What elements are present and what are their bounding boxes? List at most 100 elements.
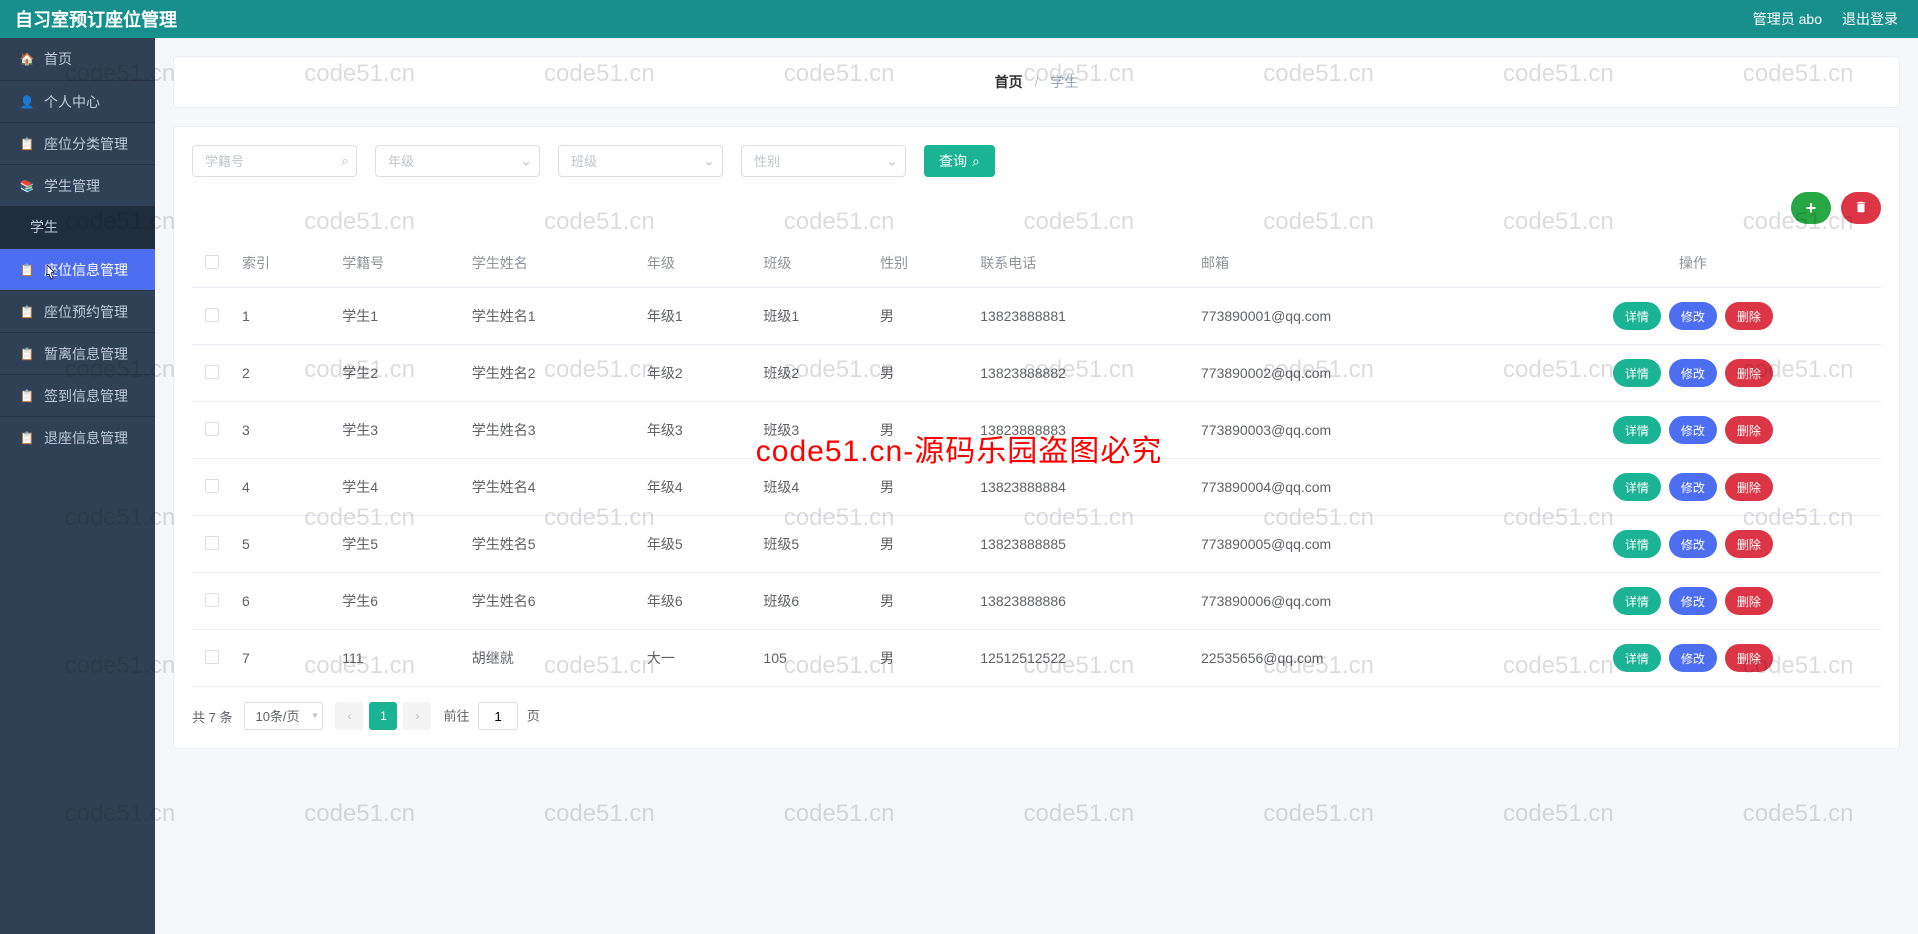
- detail-button[interactable]: 详情: [1613, 644, 1661, 672]
- sidebar-item-4[interactable]: 学生: [0, 206, 155, 248]
- row-checkbox[interactable]: [205, 422, 219, 436]
- sidebar-item-3[interactable]: 📚学生管理: [0, 164, 155, 206]
- app-title: 自习室预订座位管理: [15, 6, 177, 32]
- sidebar-item-0[interactable]: 🏠首页: [0, 38, 155, 80]
- edit-button[interactable]: 修改: [1669, 416, 1717, 444]
- add-button[interactable]: +: [1791, 192, 1831, 224]
- cell-cls: 班级6: [753, 573, 870, 630]
- search-input[interactable]: [741, 145, 906, 177]
- page-jump: 前往 页: [443, 702, 539, 730]
- page-jump-input[interactable]: [478, 702, 518, 730]
- edit-button[interactable]: 修改: [1669, 587, 1717, 615]
- menu-icon: 📋: [20, 389, 34, 403]
- cell-grade: 大一: [637, 630, 754, 687]
- delete-button[interactable]: 删除: [1725, 359, 1773, 387]
- main-content: 首页 / 学生 ⌕⌄⌄⌄查询 ⌕ + 索引学籍号学生姓名年级班级性别联系电话邮箱…: [155, 38, 1918, 934]
- cell-name: 胡继就: [462, 630, 637, 687]
- delete-button[interactable]: 删除: [1725, 416, 1773, 444]
- table-row: 2学生2学生姓名2年级2班级2男13823888882773890002@qq.…: [192, 345, 1881, 402]
- sidebar-item-8[interactable]: 📋签到信息管理: [0, 374, 155, 416]
- search-suffix-icon[interactable]: ⌄: [703, 153, 715, 170]
- page-number-button[interactable]: 1: [369, 702, 397, 730]
- cell-phone: 13823888881: [970, 288, 1191, 345]
- search-input[interactable]: [375, 145, 540, 177]
- sidebar-item-5[interactable]: 📋座位信息管理: [0, 248, 155, 290]
- cell-phone: 12512512522: [970, 630, 1191, 687]
- row-checkbox[interactable]: [205, 650, 219, 664]
- search-suffix-icon[interactable]: ⌕: [341, 153, 349, 170]
- row-checkbox[interactable]: [205, 308, 219, 322]
- row-checkbox[interactable]: [205, 536, 219, 550]
- cell-name: 学生姓名1: [462, 288, 637, 345]
- edit-button[interactable]: 修改: [1669, 359, 1717, 387]
- delete-button[interactable]: 删除: [1725, 302, 1773, 330]
- search-input[interactable]: [558, 145, 723, 177]
- delete-button[interactable]: 删除: [1725, 644, 1773, 672]
- sidebar-item-label: 座位分类管理: [44, 123, 128, 165]
- logout-link[interactable]: 退出登录: [1842, 9, 1898, 29]
- delete-button[interactable]: 删除: [1725, 587, 1773, 615]
- detail-button[interactable]: 详情: [1613, 530, 1661, 558]
- cell-grade: 年级3: [637, 402, 754, 459]
- delete-button[interactable]: 删除: [1725, 530, 1773, 558]
- sidebar-item-6[interactable]: 📋 座位预约管理: [0, 290, 155, 332]
- table-row: 4学生4学生姓名4年级4班级4男13823888884773890004@qq.…: [192, 459, 1881, 516]
- prev-page-button[interactable]: ‹: [335, 702, 363, 730]
- breadcrumb-home[interactable]: 首页: [995, 74, 1023, 90]
- edit-button[interactable]: 修改: [1669, 644, 1717, 672]
- cell-grade: 年级2: [637, 345, 754, 402]
- plus-icon: +: [1806, 198, 1817, 219]
- cell-index: 4: [232, 459, 332, 516]
- query-button[interactable]: 查询 ⌕: [924, 145, 995, 177]
- row-checkbox[interactable]: [205, 365, 219, 379]
- sidebar: 🏠首页👤个人中心📋座位分类管理📚学生管理学生📋座位信息管理📋座位预约管理📋暂离信…: [0, 38, 155, 934]
- cell-gender: 男: [870, 402, 970, 459]
- cell-index: 6: [232, 573, 332, 630]
- cell-gender: 男: [870, 516, 970, 573]
- cell-email: 773890006@qq.com: [1191, 573, 1505, 630]
- sidebar-item-label: 座位预约管理: [44, 291, 128, 333]
- edit-button[interactable]: 修改: [1669, 473, 1717, 501]
- search-suffix-icon[interactable]: ⌄: [886, 153, 898, 170]
- menu-icon: 📋: [20, 305, 34, 319]
- cell-sid: 学生5: [332, 516, 462, 573]
- sidebar-item-9[interactable]: 📋退座信息管理: [0, 416, 155, 458]
- admin-label[interactable]: 管理员 abo: [1753, 9, 1822, 29]
- cell-sid: 111: [332, 630, 462, 687]
- cell-email: 773890004@qq.com: [1191, 459, 1505, 516]
- page-size-select[interactable]: 10条/页: [244, 702, 323, 730]
- cell-grade: 年级6: [637, 573, 754, 630]
- detail-button[interactable]: 详情: [1613, 416, 1661, 444]
- table-header: 年级: [637, 239, 754, 288]
- table-row: 7111胡继就大一105男1251251252222535656@qq.com详…: [192, 630, 1881, 687]
- menu-icon: 🏠: [20, 52, 34, 66]
- pagination-total: 共 7 条: [192, 707, 232, 726]
- edit-button[interactable]: 修改: [1669, 302, 1717, 330]
- detail-button[interactable]: 详情: [1613, 587, 1661, 615]
- sidebar-item-7[interactable]: 📋暂离信息管理: [0, 332, 155, 374]
- search-suffix-icon[interactable]: ⌄: [520, 153, 532, 170]
- bulk-delete-button[interactable]: [1841, 192, 1881, 224]
- detail-button[interactable]: 详情: [1613, 302, 1661, 330]
- sidebar-item-2[interactable]: 📋座位分类管理: [0, 122, 155, 164]
- detail-button[interactable]: 详情: [1613, 359, 1661, 387]
- menu-icon: 📋: [20, 431, 34, 445]
- search-icon: ⌕: [972, 153, 980, 170]
- search-input[interactable]: [192, 145, 357, 177]
- pagination: 共 7 条 10条/页 ‹ 1 › 前往 页: [192, 702, 1881, 730]
- delete-button[interactable]: 删除: [1725, 473, 1773, 501]
- table-header: 班级: [753, 239, 870, 288]
- select-all-checkbox[interactable]: [205, 255, 219, 269]
- next-page-button[interactable]: ›: [403, 702, 431, 730]
- menu-icon: 📚: [20, 179, 34, 193]
- sidebar-item-1[interactable]: 👤个人中心: [0, 80, 155, 122]
- menu-icon: 📋: [20, 263, 34, 277]
- header: 自习室预订座位管理 管理员 abo 退出登录: [0, 0, 1918, 38]
- row-checkbox[interactable]: [205, 593, 219, 607]
- edit-button[interactable]: 修改: [1669, 530, 1717, 558]
- menu-icon: 📋: [20, 347, 34, 361]
- row-checkbox[interactable]: [205, 479, 219, 493]
- cell-gender: 男: [870, 630, 970, 687]
- detail-button[interactable]: 详情: [1613, 473, 1661, 501]
- cell-phone: 13823888883: [970, 402, 1191, 459]
